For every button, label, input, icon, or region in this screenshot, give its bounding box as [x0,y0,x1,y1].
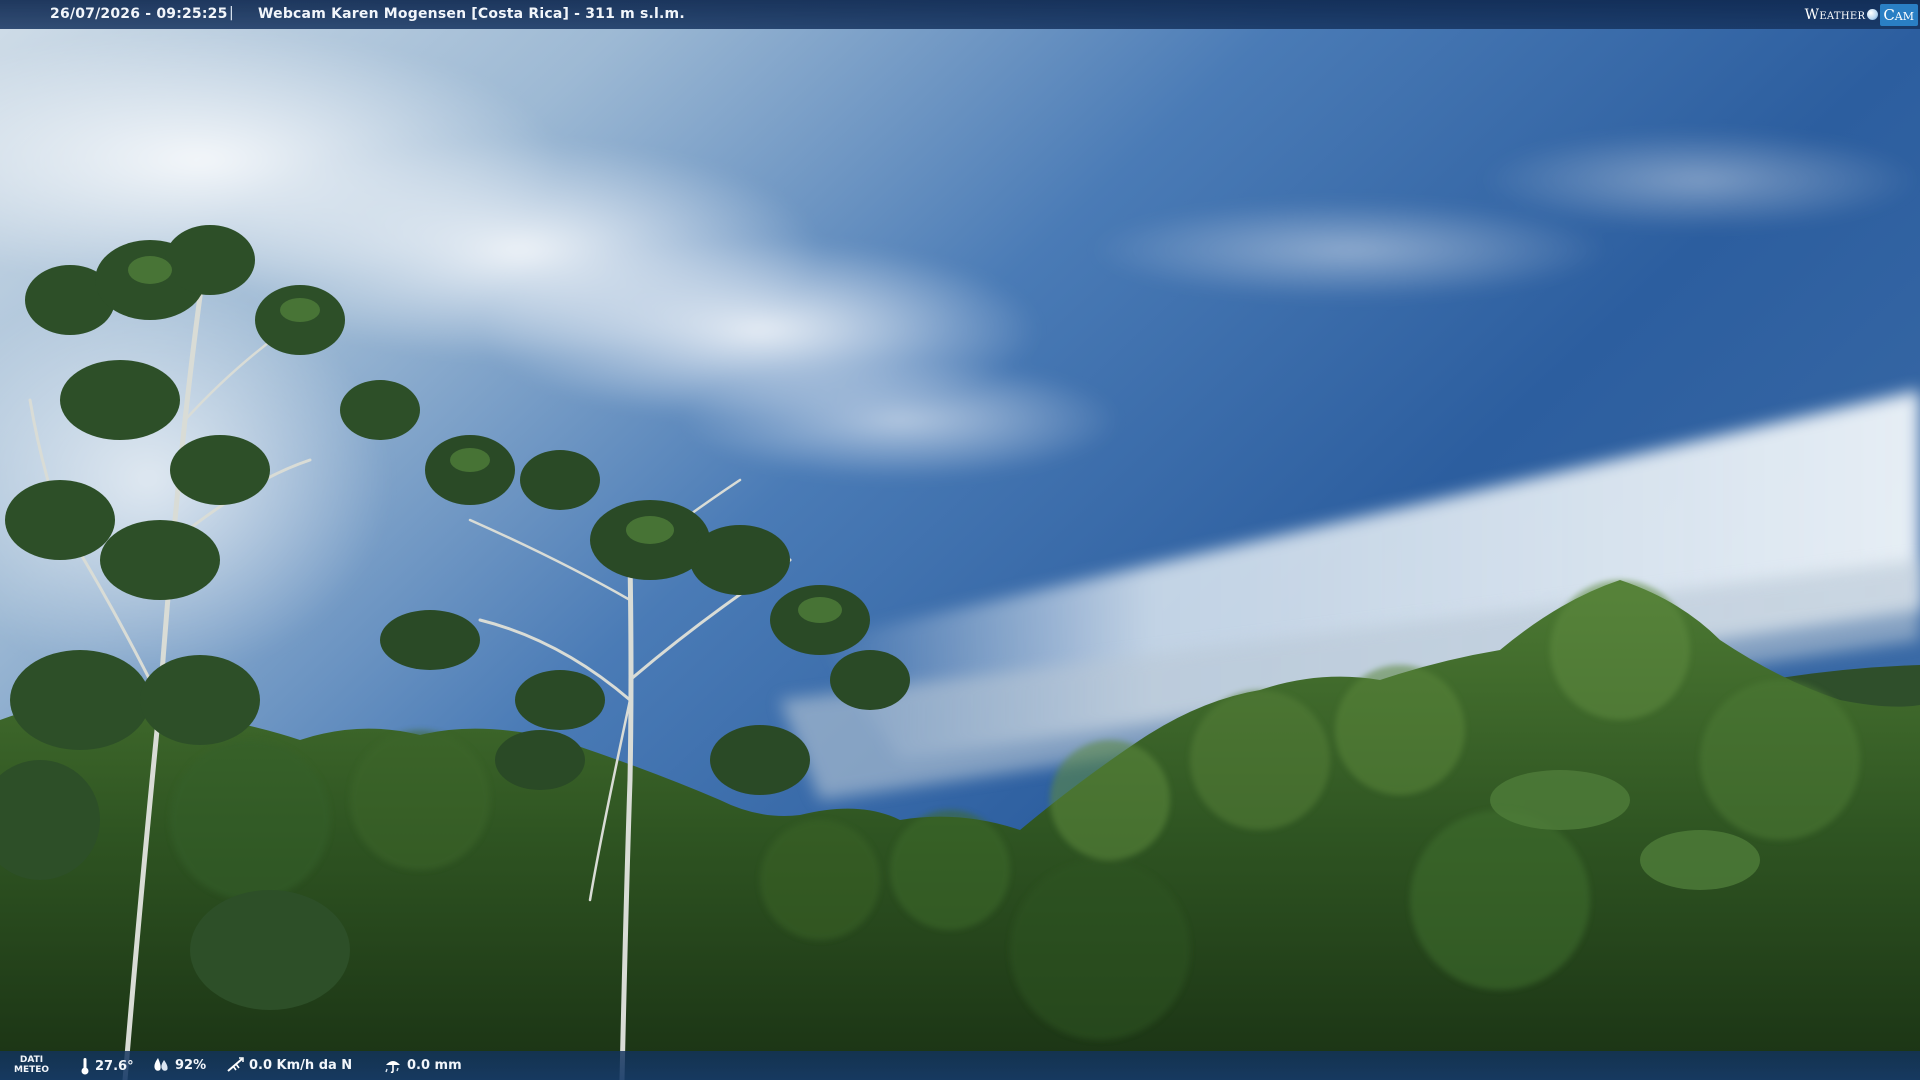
weather-data-label: DATI METEO [14,1055,49,1075]
wind-value: 0.0 Km/h da N [249,1057,353,1073]
wind-icon [226,1057,244,1073]
top-info-bar: 26/07/2026 - 09:25:25 | Webcam Karen Mog… [0,0,1920,29]
landscape-scene [0,0,1920,1080]
thermometer-icon [80,1057,90,1075]
humidity-value: 92% [175,1057,207,1073]
weather-data-bar: DATI METEO 27.6° 92% 0.0 Km/h da N 0.0 m… [0,1051,1920,1080]
rain-value: 0.0 mm [407,1057,462,1073]
temperature-reading: 27.6° [80,1057,134,1075]
webcam-viewer: 26/07/2026 - 09:25:25 | Webcam Karen Mog… [0,0,1920,1080]
temperature-value: 27.6° [95,1058,134,1074]
weathercam-logo[interactable]: Weather Cam [1805,2,1918,27]
logo-globe-icon [1867,9,1879,20]
webcam-image [0,0,1920,1080]
rain-reading: 0.0 mm [384,1057,462,1073]
logo-text-weather: Weather [1804,6,1866,23]
rain-icon [384,1057,402,1073]
humidity-icon [152,1057,170,1073]
weather-data-label-line2: METEO [14,1065,50,1075]
logo-text-cam: Cam [1880,3,1918,26]
humidity-reading: 92% [152,1057,206,1073]
weather-data-label-line1: DATI [19,1055,44,1065]
separator: | [229,5,234,21]
wind-reading: 0.0 Km/h da N [226,1057,352,1073]
webcam-title: Webcam Karen Mogensen [Costa Rica] - 311… [258,6,685,22]
timestamp: 26/07/2026 - 09:25:25 [50,6,228,22]
